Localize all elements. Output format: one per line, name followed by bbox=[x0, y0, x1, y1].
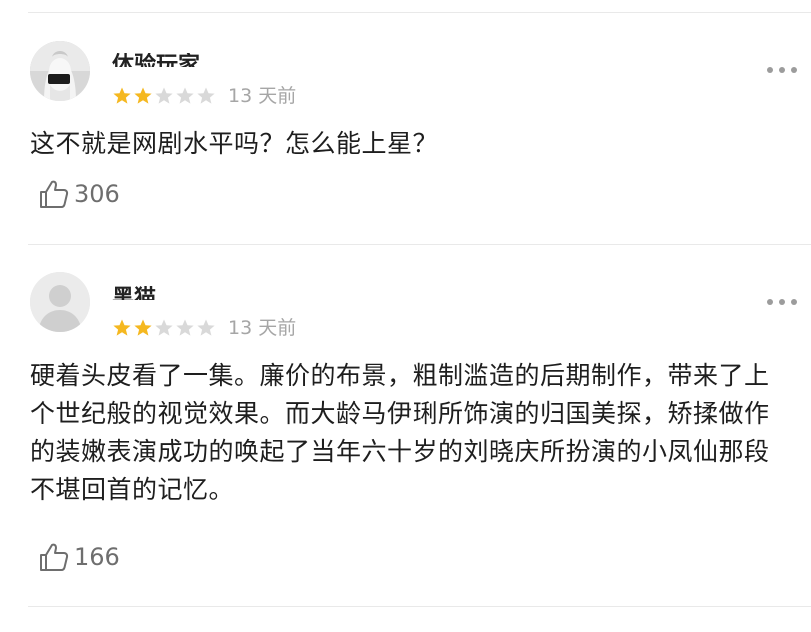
review-text: 硬着头皮看了一集。廉价的布景，粗制滥造的后期制作，带来了上个世纪般的视觉效果。而… bbox=[30, 361, 770, 504]
more-options-ellipsis-icon[interactable] bbox=[767, 298, 797, 306]
star-empty-icon bbox=[176, 319, 194, 336]
thumbs-up-icon bbox=[40, 543, 69, 571]
review-item-2: 黑猫 13 天前 硬着头皮看了一集。廉价的布景，粗制滥造的后期制作，带来了上个世… bbox=[0, 0, 811, 632]
bottom-divider bbox=[28, 606, 811, 607]
star-empty-icon bbox=[197, 319, 215, 336]
dot bbox=[767, 299, 773, 305]
star-filled-icon bbox=[113, 319, 131, 336]
rating-stars bbox=[112, 318, 216, 338]
username[interactable]: 黑猫 bbox=[112, 286, 182, 300]
star-filled-icon bbox=[134, 319, 152, 336]
review-time: 13 天前 bbox=[228, 317, 297, 339]
like-count: 166 bbox=[74, 543, 120, 571]
like-button[interactable]: 166 bbox=[38, 541, 120, 573]
default-person-icon bbox=[30, 272, 90, 332]
dot bbox=[791, 299, 797, 305]
dot bbox=[779, 299, 785, 305]
star-empty-icon bbox=[155, 319, 173, 336]
avatar-default[interactable] bbox=[30, 272, 90, 332]
